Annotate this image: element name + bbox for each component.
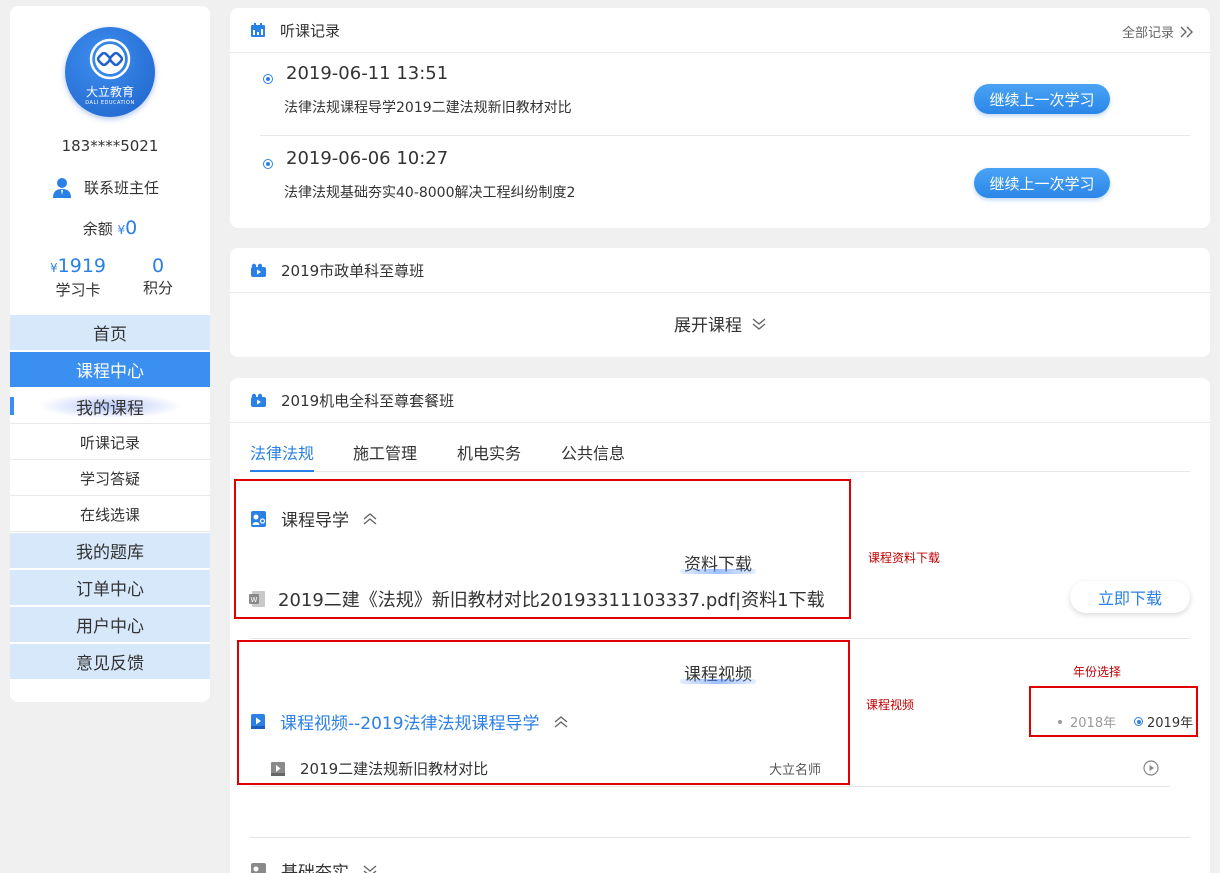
points-label: 积分 [142, 279, 173, 297]
study-card-currency: ¥ [50, 261, 58, 275]
continue-learning-button[interactable]: 继续上一次学习 [974, 168, 1110, 198]
contact-teacher-link[interactable]: 联系班主任 [50, 174, 159, 200]
user-icon [53, 178, 71, 198]
course-card-header: 2019市政单科至尊班 [230, 248, 1210, 293]
sidebar-item-history[interactable]: 听课记录 [10, 425, 210, 460]
brand-logo-icon [89, 38, 131, 80]
study-card-label: 学习卡 [55, 281, 101, 299]
continue-learning-button[interactable]: 继续上一次学习 [974, 84, 1110, 114]
play-circle-icon[interactable] [1143, 760, 1159, 776]
study-card-value: 1919 [57, 255, 106, 277]
sidebar-item-online-select[interactable]: 在线选课 [10, 497, 210, 532]
points-value: 0 [151, 255, 165, 277]
annotation-year-label: 年份选择 [1073, 665, 1122, 679]
basics-section-title: 基础夯实 [281, 863, 349, 873]
tab-electromechanical-practice[interactable]: 机电实务 [457, 440, 521, 472]
course-card-title: 2019机电全科至尊套餐班 [281, 391, 455, 410]
double-chevron-down-icon [363, 864, 377, 873]
course-card: 2019市政单科至尊班 展开课程 [230, 248, 1210, 357]
history-card: 听课记录 全部记录 2019-06-11 13:51 法律法规课程导学2019二… [230, 8, 1210, 228]
course-card-title: 2019市政单科至尊班 [281, 261, 425, 280]
basics-section-header[interactable]: 基础夯实 [250, 858, 377, 873]
balance-value: 0 [125, 217, 138, 239]
subject-tabs: 法律法规 施工管理 机电实务 公共信息 [250, 440, 1190, 472]
balance-label: 余额 [82, 220, 113, 238]
video-camera-icon [251, 263, 266, 277]
history-card-title: 听课记录 [280, 21, 341, 40]
sidebar-item-feedback[interactable]: 意见反馈 [10, 644, 210, 679]
user-phone: 183****5021 [61, 137, 159, 155]
double-chevron-right-icon [1180, 26, 1193, 37]
annotation-box-video [237, 640, 850, 785]
sidebar-item-course-center[interactable]: 课程中心 [10, 352, 210, 387]
tab-law[interactable]: 法律法规 [250, 440, 315, 472]
balance: 余额 ¥0 [10, 217, 210, 239]
tab-construction-management[interactable]: 施工管理 [353, 440, 417, 472]
sidebar-item-home[interactable]: 首页 [10, 315, 210, 350]
course-card-header: 2019机电全科至尊套餐班 [230, 378, 1210, 423]
sidebar-item-my-courses[interactable]: 我的课程 [10, 389, 210, 424]
contact-teacher-label: 联系班主任 [84, 178, 160, 197]
divider [250, 638, 1190, 639]
video-camera-icon [251, 393, 266, 407]
expand-course-button[interactable]: 展开课程 [230, 311, 1210, 336]
person-chat-icon [251, 862, 266, 873]
study-card-stat[interactable]: ¥1919 学习卡 [38, 255, 118, 301]
brand-name: 大立教育 [85, 85, 134, 99]
calendar-icon [251, 23, 265, 37]
avatar: 大立教育 DALI EDUCATION [65, 27, 155, 117]
divider [250, 786, 1170, 787]
record-time: 2019-06-06 10:27 [286, 148, 449, 169]
annotation-video-label: 课程视频 [866, 698, 915, 712]
divider [260, 135, 1190, 136]
record-bullet [263, 74, 273, 84]
record-time: 2019-06-11 13:51 [286, 63, 449, 84]
course-card: 2019机电全科至尊套餐班 法律法规 施工管理 机电实务 公共信息 课程导学 资… [230, 378, 1210, 873]
sidebar-item-question-bank[interactable]: 我的题库 [10, 533, 210, 568]
record-course[interactable]: 法律法规基础夯实40-8000解决工程纠纷制度2 [284, 182, 575, 202]
sidebar-nav: 首页 课程中心 我的课程 听课记录 学习答疑 在线选课 我的题库 订单中心 用户… [10, 315, 210, 681]
sidebar-item-user-center[interactable]: 用户中心 [10, 607, 210, 642]
history-card-header: 听课记录 [230, 8, 1210, 53]
sidebar: 大立教育 DALI EDUCATION 183****5021 联系班主任 余额… [10, 6, 210, 702]
divider [250, 837, 1190, 838]
record-course[interactable]: 法律法规课程导学2019二建法规新旧教材对比 [284, 97, 572, 117]
download-now-button[interactable]: 立即下载 [1070, 581, 1190, 613]
tab-public-info[interactable]: 公共信息 [561, 440, 625, 472]
double-chevron-down-icon [752, 317, 766, 330]
record-bullet [263, 159, 273, 169]
points-stat[interactable]: 0 积分 [118, 255, 198, 299]
brand-name-en: DALI EDUCATION [85, 100, 135, 106]
sidebar-item-orders[interactable]: 订单中心 [10, 570, 210, 605]
all-records-link[interactable]: 全部记录 [1122, 22, 1194, 41]
annotation-material-label: 课程资料下载 [868, 551, 941, 565]
sidebar-item-qa[interactable]: 学习答疑 [10, 461, 210, 496]
annotation-box-year [1029, 686, 1198, 737]
annotation-box-material [234, 479, 851, 619]
